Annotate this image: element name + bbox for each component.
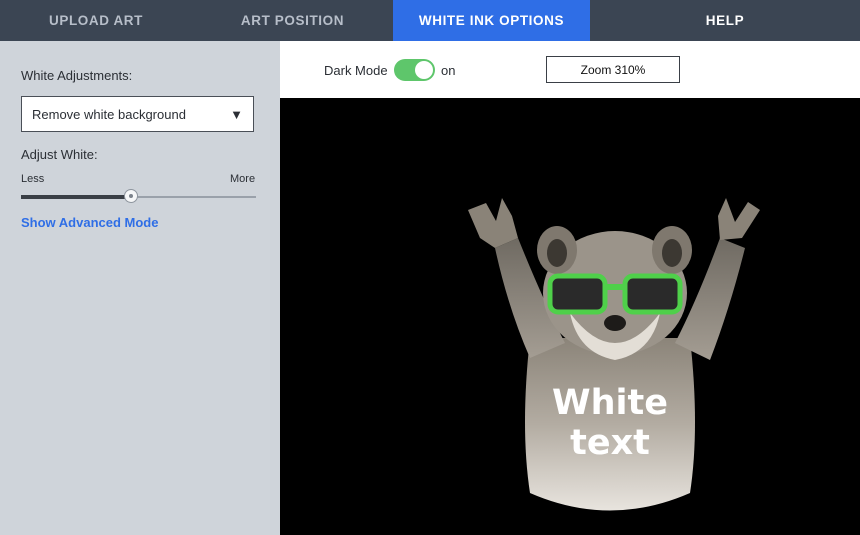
tab-upload-art[interactable]: UPLOAD ART bbox=[0, 0, 192, 41]
dark-mode-state-label: on bbox=[441, 63, 456, 78]
dark-mode-label: Dark Mode bbox=[324, 63, 388, 78]
tab-help[interactable]: HELP bbox=[590, 0, 860, 41]
slider-min-label: Less bbox=[21, 173, 45, 185]
art-text-line1: White bbox=[552, 383, 668, 423]
adjust-white-slider[interactable] bbox=[21, 188, 256, 206]
zoom-button[interactable]: Zoom 310% bbox=[546, 56, 680, 83]
top-navigation: UPLOAD ART ART POSITION WHITE INK OPTION… bbox=[0, 0, 860, 41]
dark-mode-toggle[interactable] bbox=[394, 59, 435, 81]
toggle-knob bbox=[415, 61, 433, 79]
adjust-white-label: Adjust White: bbox=[21, 147, 98, 162]
slider-max-label: More bbox=[230, 173, 256, 185]
white-adjustments-select[interactable]: Remove white background ▼ bbox=[21, 96, 254, 132]
art-text-line2: text bbox=[570, 423, 650, 463]
slider-fill bbox=[21, 195, 131, 199]
canvas-toolbar: Dark Mode on Zoom 310% bbox=[280, 41, 860, 98]
tab-art-position[interactable]: ART POSITION bbox=[192, 0, 393, 41]
white-adjustments-label: White Adjustments: bbox=[21, 68, 133, 83]
slider-thumb[interactable] bbox=[124, 189, 138, 203]
chevron-down-icon: ▼ bbox=[230, 106, 243, 122]
show-advanced-mode-link[interactable]: Show Advanced Mode bbox=[21, 215, 158, 230]
select-value: Remove white background bbox=[32, 106, 186, 122]
sidebar: White Adjustments: Remove white backgrou… bbox=[0, 41, 280, 535]
tab-white-ink-options[interactable]: WHITE INK OPTIONS bbox=[393, 0, 590, 41]
art-white-text: White text bbox=[540, 383, 680, 463]
art-canvas[interactable]: White text bbox=[280, 98, 860, 535]
raccoon-artwork[interactable] bbox=[280, 98, 860, 535]
